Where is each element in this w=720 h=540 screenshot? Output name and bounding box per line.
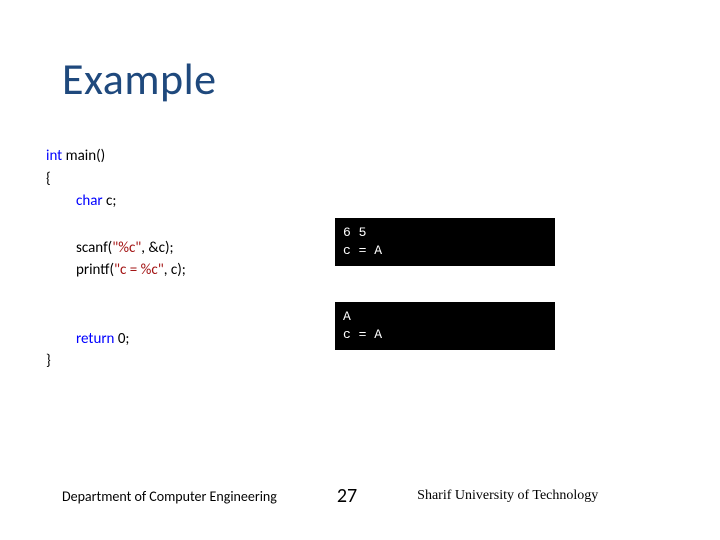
str-fmt1: "%c" (112, 239, 141, 257)
console-row: 6 5 (343, 224, 547, 242)
console-output-1: 6 5 c = A (335, 218, 555, 266)
str-fmt2: "c = %c" (114, 261, 164, 279)
code-line-2: { (46, 168, 186, 191)
kw-int: int (46, 147, 62, 165)
code-text: c; (103, 192, 117, 210)
console-row: A (343, 308, 547, 326)
console-row: c = A (343, 326, 547, 344)
code-line-6: return 0; (76, 328, 186, 351)
code-text: , c); (164, 261, 186, 279)
code-text: printf( (76, 261, 114, 279)
footer-department: Department of Computer Engineering (62, 488, 277, 505)
console-row: c = A (343, 242, 547, 260)
code-text: main() (62, 147, 105, 165)
code-block: int main() { char c; scanf("%c", &c); pr… (46, 145, 186, 373)
slide-title: Example (62, 52, 217, 106)
code-text: , &c); (141, 239, 173, 257)
footer-university: Sharif University of Technology (417, 488, 598, 504)
code-line-4: scanf("%c", &c); (76, 237, 186, 260)
kw-return: return (76, 330, 114, 348)
code-line-3: char c; (76, 190, 186, 213)
code-line-7: } (46, 350, 186, 373)
code-text: 0; (114, 330, 129, 348)
code-line-1: int main() (46, 145, 186, 168)
slide-footer: Department of Computer Engineering 27 Sh… (0, 484, 720, 508)
kw-char: char (76, 192, 103, 210)
console-output-2: A c = A (335, 302, 555, 350)
page-number: 27 (337, 484, 357, 508)
code-line-5: printf("c = %c", c); (76, 259, 186, 282)
code-text: scanf( (76, 239, 112, 257)
